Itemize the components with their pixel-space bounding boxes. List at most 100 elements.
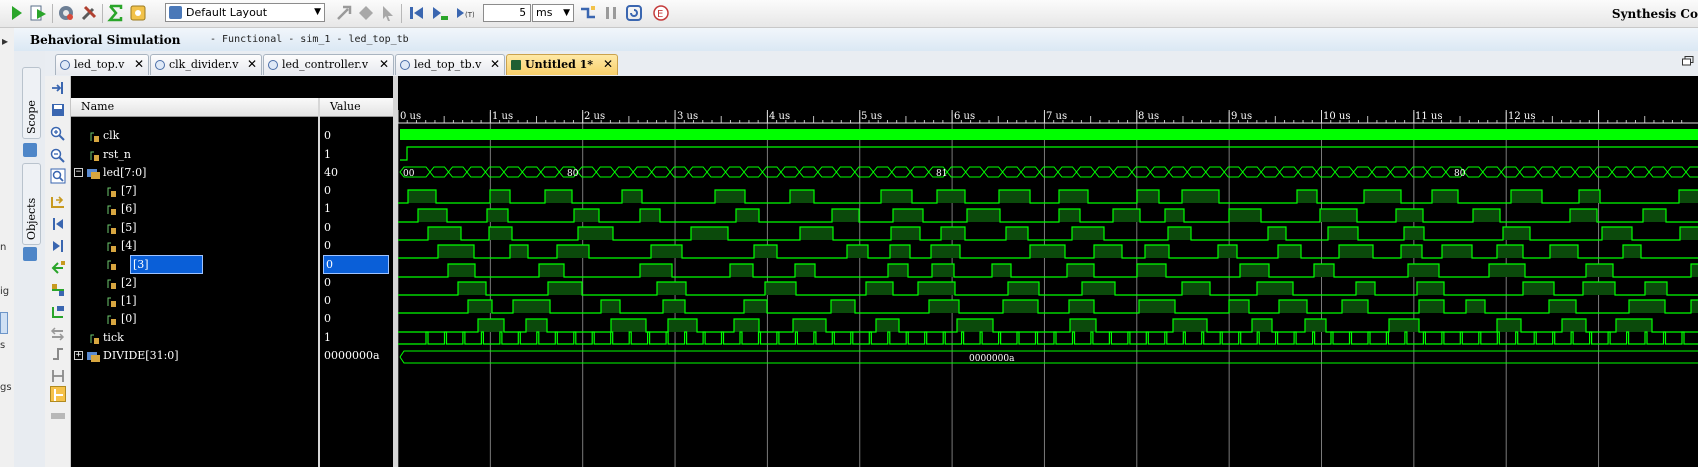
waveform-file-icon <box>511 60 521 70</box>
previous-marker-icon[interactable] <box>50 282 66 298</box>
signal-row-led-6[interactable]: [6] <box>107 200 318 218</box>
value-led-3-selected[interactable]: 0 <box>323 255 389 274</box>
signal-row-rst-n[interactable]: rst_n <box>90 146 318 164</box>
tab-led-top[interactable]: led_top.v ✕ <box>55 54 149 75</box>
bit-high-fill <box>800 227 833 240</box>
bit-high-fill <box>1003 300 1038 313</box>
close-icon[interactable]: ✕ <box>603 57 613 71</box>
waveform-canvas[interactable]: 0 us 1 us 2 us 3 us 4 us 5 us 6 us 7 us … <box>398 76 1698 467</box>
bit-high-fill <box>1182 190 1219 203</box>
value-rst-n: 1 <box>324 148 331 161</box>
bit-high-fill <box>1549 300 1576 313</box>
break-icon[interactable]: E <box>651 3 671 23</box>
add-marker-icon[interactable] <box>50 260 66 276</box>
tab-scope[interactable]: Scope <box>22 67 41 139</box>
synthesis-status-label[interactable]: Synthesis Co <box>1612 7 1698 21</box>
bit-high-fill <box>408 190 436 203</box>
relaunch-icon[interactable] <box>624 3 644 23</box>
sigma-icon[interactable] <box>106 3 126 23</box>
bit-high-fill <box>1616 319 1652 332</box>
bit-high-fill <box>1268 227 1286 240</box>
run-for-icon[interactable] <box>28 3 48 23</box>
step-icon[interactable] <box>578 3 598 23</box>
main-toolbar: Default Layout ▼ (T) 5 ms ▼ E Synthesis … <box>0 0 1698 28</box>
value-column-header[interactable]: Value <box>320 98 393 117</box>
collapse-toggle[interactable]: − <box>74 168 83 177</box>
bit-high-fill <box>510 245 528 258</box>
tools-icon[interactable] <box>79 3 99 23</box>
tab-led-top-tb[interactable]: led_top_tb.v ✕ <box>395 54 505 75</box>
zoom-out-icon[interactable] <box>50 148 66 164</box>
objects-icon[interactable] <box>23 247 37 261</box>
expand-toggle[interactable]: + <box>74 351 83 360</box>
bit-high-fill <box>1489 264 1525 277</box>
go-to-cursor-icon[interactable] <box>50 80 66 96</box>
column-divider[interactable] <box>318 98 320 467</box>
close-icon[interactable]: ✕ <box>134 57 144 71</box>
run-unit-select[interactable]: ms ▼ <box>532 4 574 22</box>
selected-signal-name[interactable]: [3] <box>130 255 203 274</box>
signal-row-led-7[interactable]: [7] <box>107 182 318 200</box>
signal-row-clk[interactable]: clk <box>90 127 318 145</box>
tab-untitled-1[interactable]: Untitled 1* ✕ <box>506 54 618 75</box>
signal-row-led-0[interactable]: [0] <box>107 310 318 328</box>
signal-row-led[interactable]: − led[7:0] <box>74 164 318 182</box>
bus-value-label: 81 <box>936 169 947 179</box>
tab-led-controller[interactable]: led_controller.v ✕ <box>263 54 394 75</box>
signal-row-led-1[interactable]: [1] <box>107 292 318 310</box>
signal-icon <box>107 279 116 289</box>
scope-icon[interactable] <box>23 143 37 157</box>
close-icon[interactable]: ✕ <box>490 57 500 71</box>
run-time-icon[interactable]: (T) <box>454 3 474 23</box>
previous-transition-icon[interactable] <box>50 216 66 232</box>
signal-row-led-5[interactable]: [5] <box>107 219 318 237</box>
bit-high-fill <box>832 209 859 222</box>
bit-high-fill <box>539 264 564 277</box>
bit-high-fill <box>1059 209 1080 222</box>
divider-tool-icon[interactable] <box>50 408 66 424</box>
restore-window-icon[interactable] <box>1682 56 1694 66</box>
signal-row-led-3[interactable]: [3] <box>107 255 318 274</box>
time-ruler[interactable]: 0 us 1 us 2 us 3 us 4 us 5 us 6 us 7 us … <box>400 111 1535 122</box>
settings-gear-icon[interactable] <box>56 3 76 23</box>
bit-high-fill <box>1006 227 1028 240</box>
bit-high-fill <box>795 264 815 277</box>
bit-high-fill <box>448 264 475 277</box>
pause-icon[interactable] <box>601 3 621 23</box>
swap-cursors-icon[interactable] <box>50 326 66 342</box>
left-strip-tab[interactable] <box>0 312 8 334</box>
close-icon[interactable]: ✕ <box>247 57 257 71</box>
ruler-label: 11 us <box>1415 111 1442 122</box>
layout-select[interactable]: Default Layout ▼ <box>165 3 325 22</box>
next-transition-icon[interactable] <box>50 238 66 254</box>
restart-icon[interactable] <box>406 3 426 23</box>
bit-high-fill <box>890 245 910 258</box>
floating-ruler-icon[interactable] <box>50 368 66 384</box>
signal-row-led-2[interactable]: [2] <box>107 274 318 292</box>
run-all-icon[interactable] <box>6 3 26 23</box>
bit-high-fill <box>438 245 474 258</box>
tab-clk-divider[interactable]: clk_divider.v ✕ <box>150 54 262 75</box>
zoom-fit-icon[interactable] <box>50 168 66 184</box>
waveform-view[interactable]: 0 us 1 us 2 us 3 us 4 us 5 us 6 us 7 us … <box>398 76 1698 467</box>
go-to-time-zero-icon[interactable] <box>50 194 66 210</box>
bit-high-fill <box>1137 264 1166 277</box>
tab-objects[interactable]: Objects <box>22 163 41 245</box>
snap-to-transition-icon[interactable] <box>50 346 66 362</box>
signal-row-tick[interactable]: tick <box>90 329 318 347</box>
close-icon[interactable]: ✕ <box>379 57 389 71</box>
bit-high-fill <box>931 245 960 258</box>
zoom-in-icon[interactable] <box>50 126 66 142</box>
bit-high-fill <box>578 227 613 240</box>
next-marker-icon[interactable] <box>50 304 66 320</box>
signal-row-divide[interactable]: + DIVIDE[31:0] <box>74 347 318 365</box>
collapse-arrow-icon[interactable]: ▸ <box>2 34 8 48</box>
project-settings-icon[interactable] <box>128 3 148 23</box>
cursor-tool-icon[interactable] <box>50 386 66 402</box>
name-column-header[interactable]: Name <box>71 98 319 117</box>
run-time-input[interactable]: 5 <box>483 4 531 22</box>
signal-row-led-4[interactable]: [4] <box>107 237 318 255</box>
run-step-icon[interactable] <box>430 3 450 23</box>
save-icon[interactable] <box>50 102 66 118</box>
signal-icon <box>107 315 116 325</box>
